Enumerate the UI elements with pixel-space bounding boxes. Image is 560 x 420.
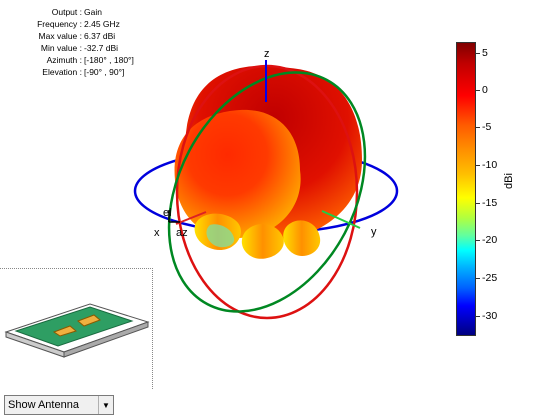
y-axis-label: y bbox=[371, 226, 377, 238]
colorbar-tick-label: -10 bbox=[482, 159, 498, 171]
colorbar-unit-label: dBi bbox=[503, 173, 515, 189]
azimuth-label: az bbox=[176, 227, 188, 239]
elevation-label: el bbox=[163, 207, 172, 219]
colorbar-tick-label: 5 bbox=[482, 47, 488, 59]
colorbar-tick-mark bbox=[476, 165, 480, 166]
colorbar bbox=[456, 42, 476, 336]
colorbar-tick-mark bbox=[476, 203, 480, 204]
colorbar-tick-mark bbox=[476, 278, 480, 279]
antenna-preview-graphic bbox=[4, 303, 150, 358]
colorbar-tick-mark bbox=[476, 90, 480, 91]
colorbar-tick-mark bbox=[476, 240, 480, 241]
z-axis-label: z bbox=[264, 48, 270, 60]
pattern-main-lobe bbox=[174, 109, 301, 239]
colorbar-tick-label: -25 bbox=[482, 272, 498, 284]
colorbar-tick-mark bbox=[476, 127, 480, 128]
colorbar-tick-label: -15 bbox=[482, 197, 498, 209]
colorbar-tick-label: -5 bbox=[482, 121, 492, 133]
display-mode-value: Show Antenna bbox=[8, 399, 79, 411]
colorbar-tick-mark bbox=[476, 316, 480, 317]
colorbar-gradient bbox=[456, 42, 476, 336]
colorbar-tick-mark bbox=[476, 53, 480, 54]
colorbar-tick-label: -20 bbox=[482, 234, 498, 246]
chevron-down-icon[interactable]: ▼ bbox=[98, 396, 113, 414]
colorbar-tick-label: -30 bbox=[482, 310, 498, 322]
antenna-preview-panel bbox=[0, 268, 153, 389]
x-axis-label: x bbox=[154, 227, 160, 239]
display-mode-select[interactable]: Show Antenna ▼ bbox=[4, 395, 114, 415]
colorbar-tick-label: 0 bbox=[482, 84, 488, 96]
